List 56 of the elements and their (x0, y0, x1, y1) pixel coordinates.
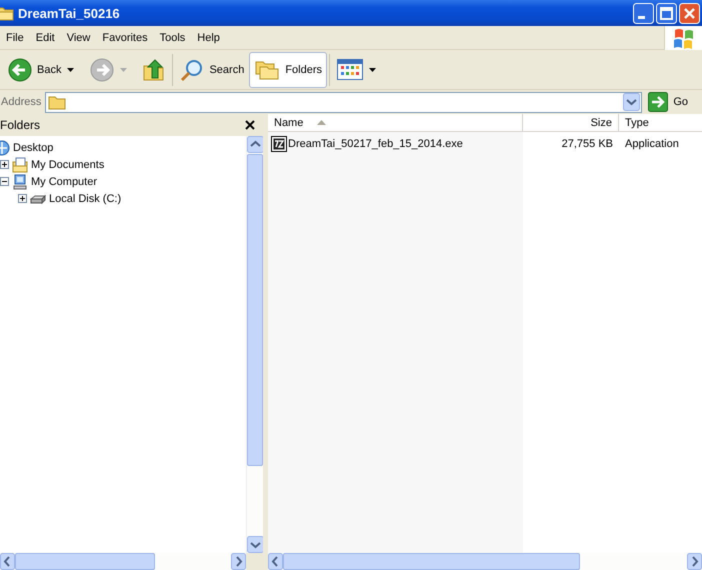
computer-icon (12, 174, 28, 190)
collapse-icon[interactable] (0, 177, 9, 186)
address-field[interactable] (45, 92, 642, 112)
maximize-button[interactable] (656, 2, 677, 24)
menu-item[interactable]: View (60, 28, 96, 48)
back-button[interactable]: Back (3, 52, 80, 88)
tree-item[interactable]: Desktop (13, 142, 54, 154)
close-icon[interactable] (245, 120, 255, 130)
folder-icon (48, 94, 66, 110)
scroll-thumb[interactable] (15, 553, 155, 570)
go-button[interactable]: Go (642, 92, 702, 112)
expand-icon[interactable] (18, 194, 27, 203)
file-name[interactable]: DreamTai_50217_feb_15_2014.exe (288, 138, 463, 150)
file-type: Application (624, 138, 680, 150)
minimize-button[interactable] (633, 2, 654, 24)
scrollbar[interactable] (0, 553, 246, 570)
column-header[interactable]: Name (268, 114, 523, 131)
expand-icon[interactable] (0, 160, 9, 169)
address-label: Address (0, 96, 42, 108)
scroll-up-button[interactable] (247, 136, 264, 153)
scroll-left-button[interactable] (268, 553, 283, 570)
tree-item[interactable]: My Documents (31, 158, 104, 170)
dropdown-button[interactable] (623, 93, 640, 111)
menu-item[interactable]: Favorites (96, 28, 154, 48)
scrollbar[interactable] (246, 136, 263, 553)
column-header[interactable]: Size (523, 114, 619, 131)
scroll-right-button[interactable] (231, 553, 246, 570)
folders-button[interactable]: Folders (249, 52, 328, 88)
scroll-thumb[interactable] (283, 553, 580, 570)
pane-title: Folders (0, 118, 40, 132)
menu-item[interactable]: Help (191, 28, 226, 48)
scroll-thumb[interactable] (247, 154, 263, 466)
folder-up-icon (143, 58, 166, 82)
archive-icon (271, 136, 287, 152)
menu-item[interactable]: File (0, 28, 30, 48)
search-icon (180, 58, 204, 82)
scroll-right-button[interactable] (687, 553, 702, 570)
folders-icon (254, 58, 280, 80)
caret-icon (369, 68, 376, 72)
search-button[interactable]: Search (175, 52, 250, 88)
caret-icon (67, 68, 74, 72)
views-icon (337, 58, 364, 80)
caret-icon (120, 68, 128, 72)
folder-icon (12, 156, 28, 172)
file-size: 27,755 KB (560, 138, 614, 150)
scrollbar[interactable] (268, 553, 702, 570)
scroll-down-button[interactable] (247, 536, 264, 553)
menu-item[interactable]: Edit (30, 28, 61, 48)
flag-icon (672, 26, 696, 48)
tree-item[interactable]: Local Disk (C:) (49, 192, 122, 204)
column-header[interactable]: Type (619, 114, 702, 131)
menu-item[interactable]: Tools (154, 28, 192, 48)
window-title: DreamTai_50216 (18, 6, 121, 20)
scroll-left-button[interactable] (0, 553, 15, 570)
close-button[interactable] (679, 2, 700, 24)
tree-item[interactable]: My Computer (31, 176, 98, 188)
